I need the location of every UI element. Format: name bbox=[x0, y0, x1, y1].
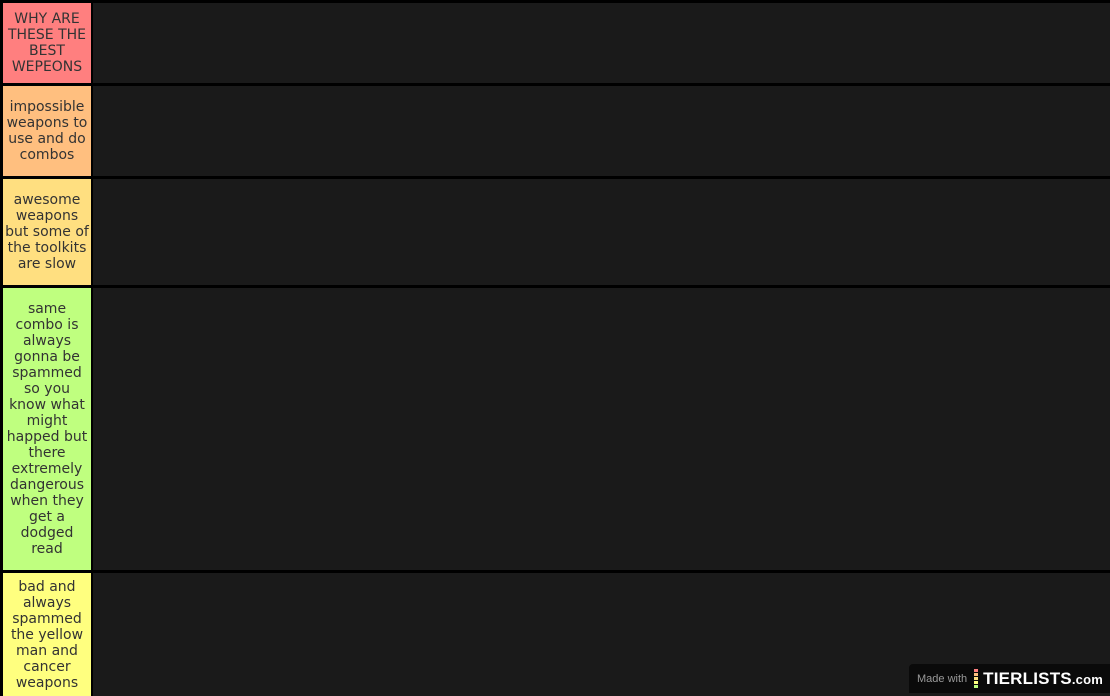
tier-label-text: bad and always spammed the yellow man an… bbox=[10, 578, 84, 691]
tier-label-text: same combo is always gonna be spammed so… bbox=[6, 301, 88, 557]
tier-label[interactable]: awesome weapons but some of the toolkits… bbox=[3, 179, 91, 285]
made-with-text: Made with bbox=[917, 672, 968, 685]
tier-label[interactable]: WHY ARE THESE THE BEST WEPEONS bbox=[3, 3, 91, 83]
brand-name: TIERLISTS bbox=[983, 668, 1072, 688]
tier-label[interactable]: impossible weapons to use and do combos bbox=[3, 86, 91, 176]
tier-items-dropzone[interactable] bbox=[93, 288, 1110, 570]
tier-label-text: impossible weapons to use and do combos bbox=[6, 99, 88, 163]
tierlists-watermark[interactable]: Made with TIERLISTS.com bbox=[909, 664, 1110, 693]
tier-items-dropzone[interactable] bbox=[93, 179, 1110, 285]
tier-items-dropzone[interactable] bbox=[93, 3, 1110, 83]
tier-label[interactable]: bad and always spammed the yellow man an… bbox=[3, 573, 91, 696]
tier-label-text: WHY ARE THESE THE BEST WEPEONS bbox=[7, 11, 87, 75]
tier-label[interactable]: same combo is always gonna be spammed so… bbox=[3, 288, 91, 570]
tier-label-text: awesome weapons but some of the toolkits… bbox=[5, 192, 89, 272]
brand-tld: .com bbox=[1071, 671, 1103, 687]
tier-items-dropzone[interactable] bbox=[93, 86, 1110, 176]
tierlists-logo-icon bbox=[974, 669, 979, 688]
tierlists-brand: TIERLISTS.com bbox=[983, 669, 1103, 689]
